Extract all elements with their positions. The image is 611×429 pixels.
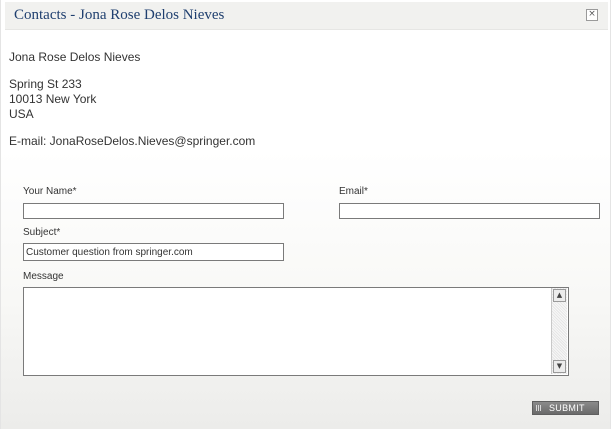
message-scrollbar[interactable]: ▲ ▼: [551, 288, 567, 374]
subject-input[interactable]: [23, 243, 284, 261]
address-line-2: 10013 New York: [9, 92, 97, 106]
scroll-down-icon[interactable]: ▼: [553, 360, 566, 373]
grip-icon: [536, 405, 542, 411]
dialog-title: Contacts - Jona Rose Delos Nieves: [14, 7, 225, 23]
contact-dialog: Contacts - Jona Rose Delos Nieves × Jona…: [0, 0, 611, 429]
message-textarea[interactable]: [23, 287, 569, 376]
scroll-up-icon[interactable]: ▲: [553, 289, 566, 302]
contact-email: E-mail: JonaRoseDelos.Nieves@springer.co…: [9, 134, 256, 148]
subject-label: Subject*: [23, 227, 61, 238]
close-icon[interactable]: ×: [586, 9, 598, 21]
contact-name: Jona Rose Delos Nieves: [9, 50, 141, 64]
email-label: Email*: [339, 186, 368, 197]
message-label: Message: [23, 271, 64, 282]
name-label: Your Name*: [23, 186, 77, 197]
email-input[interactable]: [339, 203, 600, 219]
dialog-titlebar: Contacts - Jona Rose Delos Nieves ×: [5, 2, 608, 30]
name-input[interactable]: [23, 203, 284, 219]
submit-label: SUBMIT: [549, 403, 585, 413]
submit-button[interactable]: SUBMIT: [532, 401, 599, 415]
address-country: USA: [9, 107, 34, 121]
address-line-1: Spring St 233: [9, 77, 82, 91]
